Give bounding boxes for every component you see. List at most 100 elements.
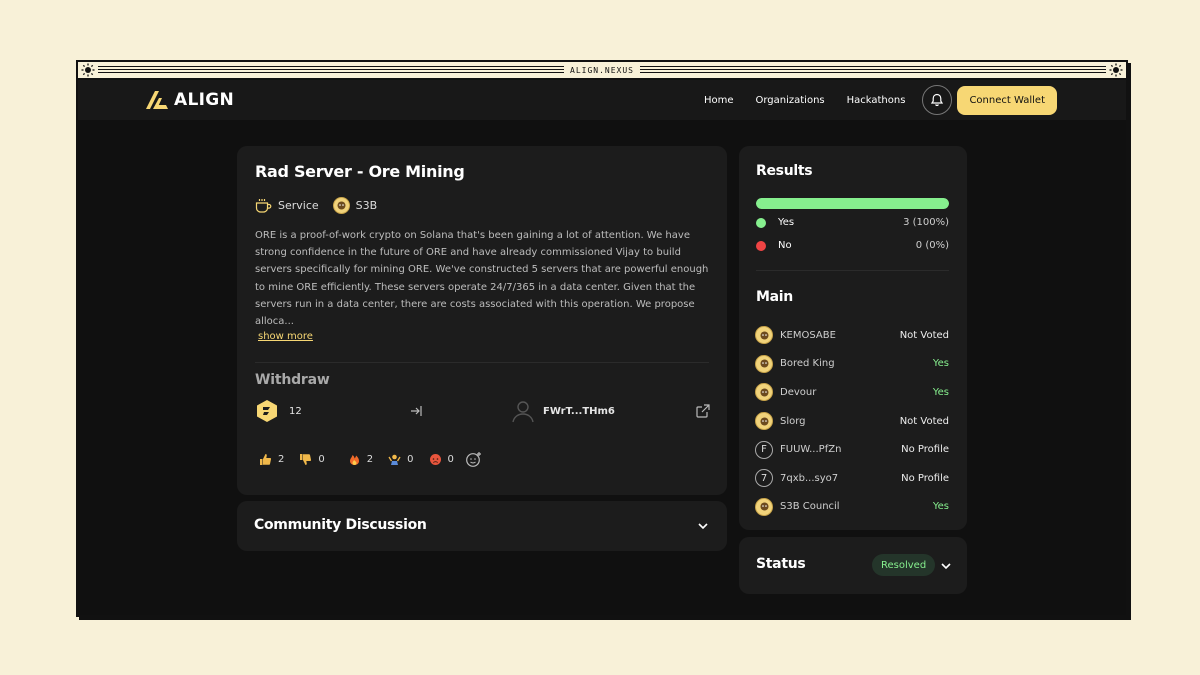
reaction-fire[interactable]: 2 [342, 448, 379, 470]
member-name: S3B Council [780, 501, 840, 513]
results-heading: Results [756, 163, 813, 179]
proposal-meta: Service S3B [255, 197, 391, 214]
monkey-face-icon [760, 502, 768, 511]
member-avatar [755, 326, 773, 345]
category-tag: Service [255, 198, 319, 213]
member-vote-status: Not Voted [899, 329, 949, 341]
member-name: Bored King [780, 358, 835, 370]
yes-result: Yes 3 (100%) [756, 217, 949, 228]
member-name: 7qxb...syo7 [780, 472, 839, 484]
member-vote-status: No Profile [901, 472, 949, 484]
title-bar: ALIGN.NEXUS [78, 62, 1126, 80]
chevron-down-icon[interactable] [696, 519, 710, 533]
org-tag[interactable]: S3B [332, 197, 378, 214]
member-row[interactable]: S3B Council Yes [755, 493, 949, 522]
monkey-face-icon [760, 331, 768, 340]
nav-hackathons[interactable]: Hackathons [847, 95, 906, 106]
logo-text: ALIGN [174, 90, 234, 110]
yes-dot [756, 217, 766, 228]
withdraw-row: 12 FWrT...THm6 [255, 399, 711, 425]
monkey-face-icon [760, 359, 768, 368]
community-discussion-title: Community Discussion [254, 517, 427, 533]
community-discussion-panel[interactable]: Community Discussion [237, 501, 727, 551]
divider [255, 362, 709, 363]
member-row[interactable]: KEMOSABE Not Voted [755, 321, 949, 350]
member-name: Slorg [780, 415, 806, 427]
main-heading: Main [756, 289, 793, 305]
member-name: FUUW...PfZn [780, 444, 842, 456]
user-icon [512, 401, 534, 423]
withdraw-heading: Withdraw [255, 372, 330, 388]
add-reaction-icon[interactable] [465, 451, 482, 468]
member-vote-status: Not Voted [899, 415, 949, 427]
member-avatar [755, 497, 773, 516]
member-row[interactable]: Bored King Yes [755, 350, 949, 379]
no-label: No [778, 240, 792, 251]
coffee-cup-icon [255, 199, 272, 213]
thumbs-down-icon [300, 453, 312, 465]
top-navbar: ALIGN Home Organizations Hackathons Conn… [78, 80, 1126, 120]
results-progress-bar [756, 198, 949, 209]
yes-label: Yes [778, 217, 795, 228]
org-label: S3B [355, 199, 378, 212]
nav-organizations[interactable]: Organizations [755, 95, 824, 106]
reaction-shrug[interactable]: 0 [382, 448, 419, 470]
status-badge: Resolved [872, 554, 936, 576]
no-dot [756, 240, 766, 251]
member-name: KEMOSABE [780, 329, 836, 341]
reaction-angry[interactable]: 0 [423, 448, 460, 470]
member-row[interactable]: 7 7qxb...syo7 No Profile [755, 464, 949, 493]
member-row[interactable]: Slorg Not Voted [755, 407, 949, 436]
no-result: No 0 (0%) [756, 240, 949, 251]
nav-links: Home Organizations Hackathons Connect Wa… [682, 85, 1057, 115]
align-logo-icon [146, 91, 168, 109]
results-card: Results Yes 3 (100%) No 0 (0%) Main KEMO… [739, 146, 967, 530]
shrug-icon [388, 454, 401, 465]
category-label: Service [278, 199, 319, 212]
member-row[interactable]: F FUUW...PfZn No Profile [755, 435, 949, 464]
monkey-face-icon [337, 201, 346, 210]
external-link-icon[interactable] [695, 403, 711, 419]
status-panel[interactable]: Status Resolved [739, 537, 967, 594]
withdraw-amount: 12 [289, 406, 302, 417]
show-more-link[interactable]: show more [258, 331, 313, 342]
reaction-count: 2 [278, 453, 285, 465]
org-avatar [332, 197, 350, 214]
nav-home[interactable]: Home [704, 95, 734, 106]
member-vote-status: Yes [932, 386, 949, 398]
notifications-button[interactable] [922, 85, 953, 115]
sun-icon [81, 63, 95, 77]
bell-icon [931, 93, 944, 107]
monkey-face-icon [760, 388, 768, 397]
divider [756, 270, 949, 271]
proposal-description: ORE is a proof-of-work crypto on Solana … [255, 230, 709, 328]
window-title: ALIGN.NEXUS [564, 65, 640, 75]
sun-icon [1109, 63, 1123, 77]
member-initial-avatar: 7 [755, 469, 773, 488]
connect-wallet-button[interactable]: Connect Wallet [957, 85, 1057, 115]
member-initial-avatar: F [755, 440, 773, 459]
recipient-address[interactable]: FWrT...THm6 [543, 406, 615, 417]
member-vote-status: No Profile [901, 444, 949, 456]
reaction-count: 2 [366, 453, 374, 465]
member-row[interactable]: Devour Yes [755, 378, 949, 407]
reaction-count: 0 [318, 453, 325, 465]
status-heading: Status [756, 556, 806, 572]
logo[interactable]: ALIGN [146, 90, 234, 110]
chevron-down-icon[interactable] [939, 559, 953, 573]
token-icon [257, 400, 277, 422]
member-avatar [755, 412, 773, 431]
monkey-face-icon [760, 417, 768, 426]
reaction-count: 0 [447, 453, 454, 465]
member-vote-status: Yes [932, 501, 949, 513]
fire-icon [349, 454, 359, 465]
results-progress-fill [756, 198, 949, 209]
member-avatar [755, 383, 773, 402]
yes-value: 3 (100%) [903, 217, 949, 228]
reaction-thumbs-down[interactable]: 0 [293, 448, 330, 470]
reaction-thumbs-up[interactable]: 2 [253, 448, 290, 470]
no-value: 0 (0%) [915, 240, 949, 251]
member-avatar [755, 354, 773, 373]
proposal-title: Rad Server - Ore Mining [255, 162, 465, 181]
member-name: Devour [780, 386, 817, 398]
